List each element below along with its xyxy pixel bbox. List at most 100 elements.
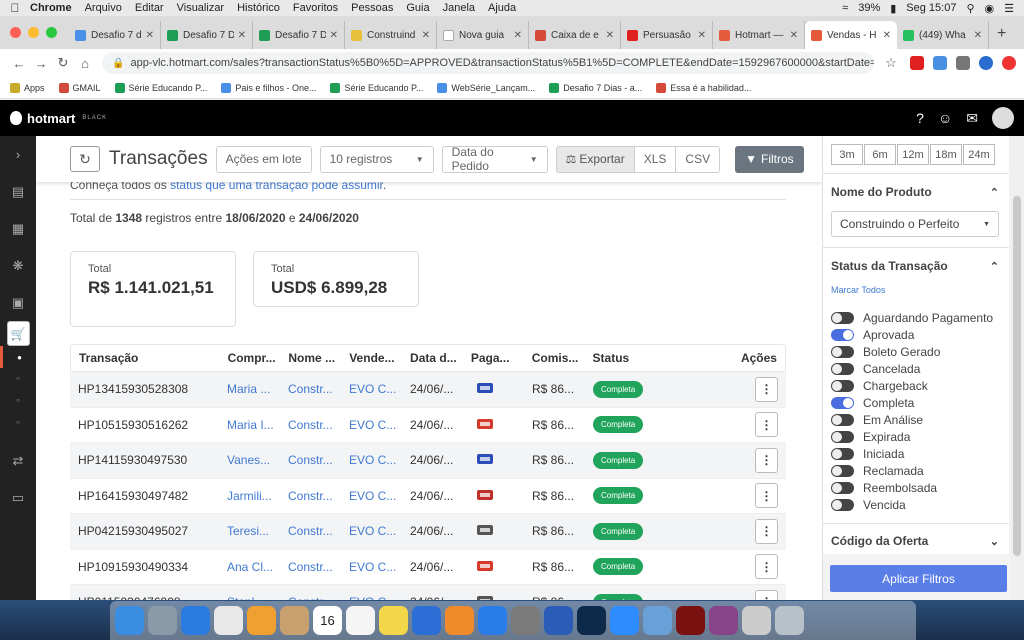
notes-dock-icon[interactable] [379, 606, 408, 635]
table-row[interactable]: HP10515930516262 Maria I... Constr... EVO C… [70, 408, 786, 443]
translate-extension-icon[interactable] [933, 56, 947, 70]
seller-link[interactable]: EVO C... [341, 489, 402, 503]
close-tab-icon[interactable]: ✕ [330, 30, 338, 41]
transaction-id[interactable]: HP10915930490334 [70, 560, 219, 574]
buyer-link[interactable]: Maria I... [219, 418, 280, 432]
maximize-window-icon[interactable] [46, 27, 57, 38]
url-field[interactable]: 🔒 app-vlc.hotmart.com/sales?transactionS… [102, 52, 874, 74]
toggle-switch[interactable] [831, 447, 854, 460]
mark-all-link[interactable]: Marcar Todos [823, 281, 1009, 309]
transaction-id[interactable]: HP14115930497530 [70, 453, 219, 467]
status-option[interactable]: Reclamada [823, 462, 1009, 479]
extension-red-icon[interactable] [1002, 56, 1016, 70]
zoom-dock-icon[interactable] [610, 606, 639, 635]
row-actions-button[interactable]: ⋮ [755, 518, 778, 544]
close-tab-icon[interactable]: ✕ [606, 30, 614, 41]
period-chip[interactable]: 3m [831, 144, 863, 165]
buyer-link[interactable]: Teresi... [219, 524, 280, 538]
keynote-dock-icon[interactable] [412, 606, 441, 635]
col-comprador[interactable]: Compr... [220, 351, 281, 365]
row-actions-button[interactable]: ⋮ [755, 589, 778, 600]
refresh-button[interactable]: ↻ [70, 146, 100, 172]
forward-icon[interactable]: → [30, 56, 52, 71]
col-pagamento[interactable]: Paga... [463, 351, 524, 365]
lock-icon[interactable]: 🔒 [112, 58, 124, 69]
status-filter-header[interactable]: Status da Transação ⌃ [823, 251, 1009, 281]
row-actions-button[interactable]: ⋮ [755, 447, 778, 473]
table-row[interactable]: HP04215930495027 Teresi... Constr... EVO C.… [70, 514, 786, 550]
product-link[interactable]: Constr... [280, 560, 341, 574]
toggle-switch[interactable] [831, 345, 854, 358]
photos-dock-icon[interactable] [247, 606, 276, 635]
browser-tab[interactable]: Persuasão ✕ [621, 21, 713, 49]
row-actions-button[interactable]: ⋮ [755, 483, 778, 509]
menu-favoritos[interactable]: Favoritos [293, 2, 338, 14]
menu-pessoas[interactable]: Pessoas [351, 2, 393, 14]
status-option[interactable]: Completa [823, 394, 1009, 411]
chrome-dock-icon[interactable] [214, 606, 243, 635]
toggle-switch[interactable] [831, 362, 854, 375]
menu-historico[interactable]: Histórico [237, 2, 280, 14]
status-option[interactable]: Em Análise [823, 411, 1009, 428]
pages-dock-icon[interactable] [445, 606, 474, 635]
toggle-switch[interactable] [831, 413, 854, 426]
close-tab-icon[interactable]: ✕ [238, 30, 246, 41]
bulk-actions-button[interactable]: Ações em lote [215, 145, 312, 173]
vertical-scrollbar[interactable] [1010, 136, 1024, 600]
buyer-link[interactable]: Vanes... [219, 453, 280, 467]
bookmark-gmail[interactable]: GMAIL [58, 82, 101, 93]
reload-icon[interactable]: ↻ [52, 55, 74, 71]
seller-link[interactable]: EVO C... [341, 418, 402, 432]
toggle-switch[interactable] [831, 430, 854, 443]
toggle-switch[interactable] [831, 328, 854, 341]
word-dock-icon[interactable] [544, 606, 573, 635]
col-vendedor[interactable]: Vende... [341, 351, 402, 365]
toggle-switch[interactable] [831, 311, 854, 324]
extensions-puzzle-icon[interactable] [956, 56, 970, 70]
cart-icon[interactable]: 🛒 [6, 321, 30, 346]
seller-link[interactable]: EVO C... [341, 524, 402, 538]
transaction-id[interactable]: HP10515930516262 [70, 418, 219, 432]
preferences-dock-icon[interactable] [511, 606, 540, 635]
calendar-dock-icon[interactable]: 16 [313, 606, 342, 635]
profile-avatar-icon[interactable] [979, 56, 993, 70]
back-icon[interactable]: ← [8, 56, 30, 71]
period-chip[interactable]: 18m [930, 144, 962, 165]
dashboard-icon[interactable]: ▤ [0, 173, 36, 210]
user-avatar[interactable] [992, 107, 1014, 129]
browser-tab[interactable]: Desafio 7 D ✕ [253, 21, 345, 49]
table-row[interactable]: HP16415930497482 Jarmili... Constr... EVO C… [70, 479, 786, 514]
buyer-link[interactable]: Ana Cl... [219, 560, 280, 574]
subnav-dot-2[interactable]: ○ [0, 368, 36, 390]
appstore-dock-icon[interactable] [478, 606, 507, 635]
period-chip[interactable]: 6m [864, 144, 896, 165]
menu-janela[interactable]: Janela [443, 2, 475, 14]
offer-filter-header[interactable]: Código da Oferta ⌄ [823, 524, 1009, 558]
support-icon[interactable]: ☺ [938, 110, 952, 126]
product-select[interactable]: Construindo o Perfeito ▼ [831, 211, 999, 237]
browser-tab[interactable]: Hotmart — ✕ [713, 21, 805, 49]
bookmark-star-icon[interactable]: ☆ [880, 55, 902, 71]
table-row[interactable]: HP0115930476908Stepl...Constr...EVO C...… [70, 585, 786, 600]
battery-icon[interactable]: ▮ [890, 2, 896, 15]
close-tab-icon[interactable]: ✕ [883, 30, 891, 41]
browser-tab[interactable]: Desafio 7 d ✕ [69, 21, 161, 49]
product-link[interactable]: Constr... [280, 453, 341, 467]
subnav-dot-1[interactable]: ● [0, 346, 36, 368]
browser-tab[interactable]: Desafio 7 D ✕ [161, 21, 253, 49]
status-option[interactable]: Boleto Gerado [823, 343, 1009, 360]
expand-nav-icon[interactable]: › [0, 136, 36, 173]
flash-dock-icon[interactable] [676, 606, 705, 635]
photoshop-dock-icon[interactable] [577, 606, 606, 635]
status-option[interactable]: Vencida [823, 496, 1009, 513]
status-option[interactable]: Chargeback [823, 377, 1009, 394]
browser-tab[interactable]: (449) Wha ✕ [897, 21, 989, 49]
close-tab-icon[interactable]: ✕ [974, 30, 982, 41]
menu-guia[interactable]: Guia [406, 2, 429, 14]
preview-dock-icon[interactable] [643, 606, 672, 635]
home-icon[interactable]: ⌂ [74, 56, 96, 71]
close-tab-icon[interactable]: ✕ [698, 30, 706, 41]
col-data[interactable]: Data d... [402, 351, 463, 365]
product-link[interactable]: Constr... [280, 418, 341, 432]
trash-dock-icon[interactable] [775, 606, 804, 635]
